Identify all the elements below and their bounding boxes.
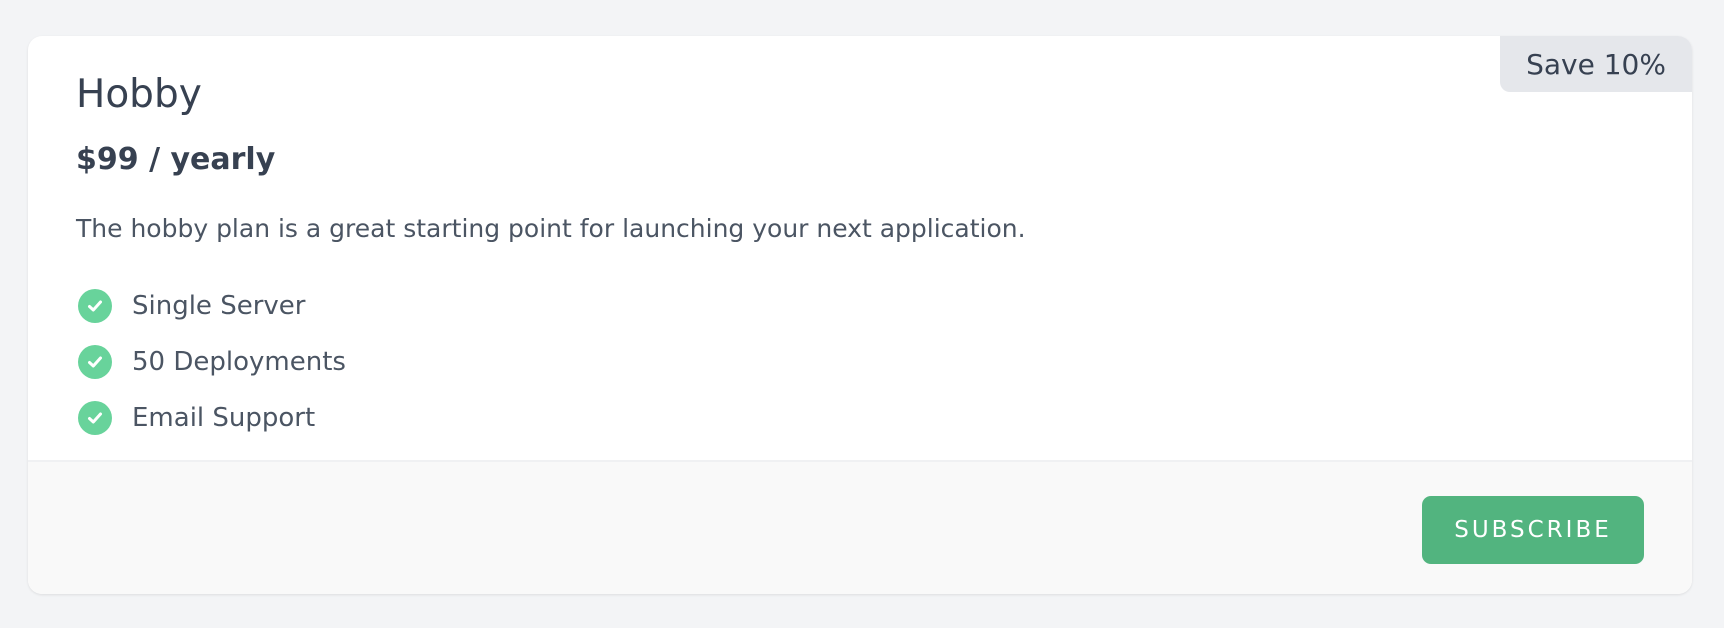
plan-description: The hobby plan is a great starting point… [76,214,1026,243]
check-circle-icon [78,401,112,435]
feature-label: Email Support [132,403,316,433]
card-body: Hobby $99 / yearly The hobby plan is a g… [28,36,1692,460]
pricing-card: Save 10% Hobby $99 / yearly The hobby pl… [28,36,1692,594]
plan-title: Hobby [76,72,202,117]
feature-label: 50 Deployments [132,347,346,377]
feature-item: Email Support [78,390,346,446]
plan-price: $99 / yearly [76,142,276,177]
check-circle-icon [78,345,112,379]
feature-item: 50 Deployments [78,334,346,390]
check-circle-icon [78,289,112,323]
feature-label: Single Server [132,291,306,321]
subscribe-button[interactable]: SUBSCRIBE [1422,496,1644,564]
feature-list: Single Server 50 Deployments Email Suppo… [78,278,346,446]
feature-item: Single Server [78,278,346,334]
card-footer: SUBSCRIBE [28,460,1692,594]
